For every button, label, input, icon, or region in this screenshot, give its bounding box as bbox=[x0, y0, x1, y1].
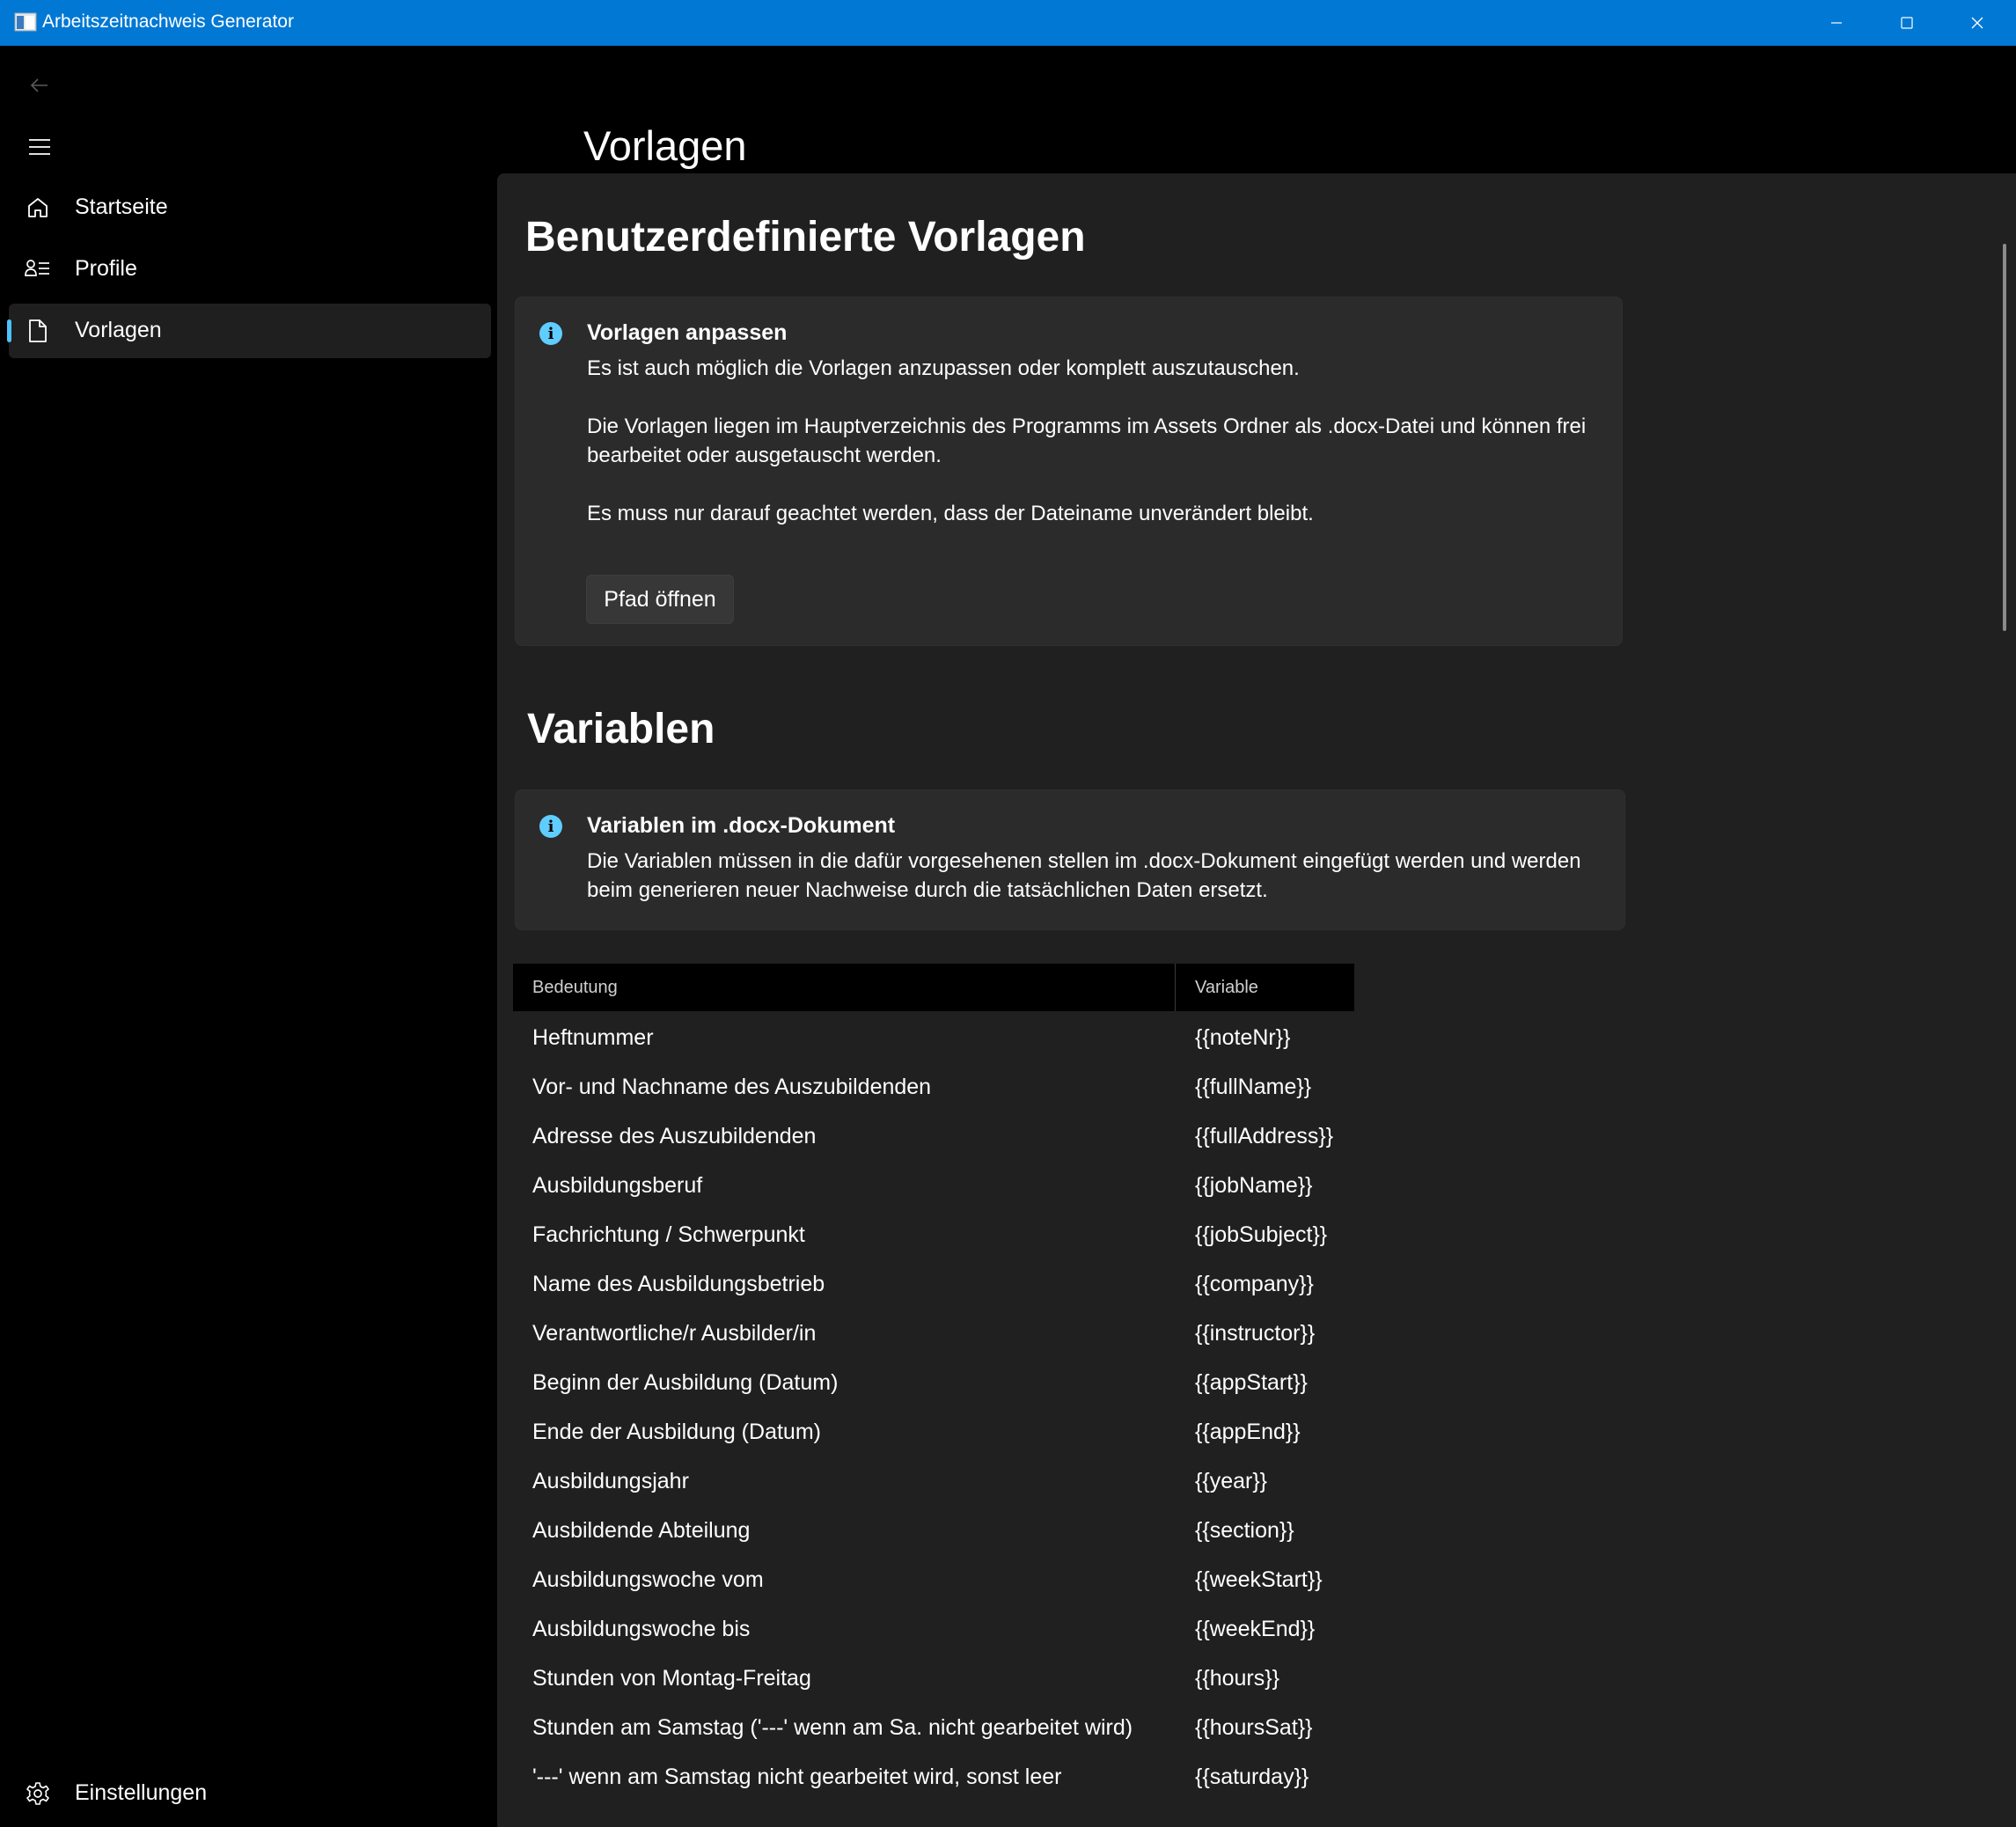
settings-label: Einstellungen bbox=[75, 1780, 208, 1805]
table-row[interactable]: Stunden von Montag-Freitag {{hours}} bbox=[513, 1655, 1354, 1705]
cell-bedeutung: Fachrichtung / Schwerpunkt bbox=[532, 1222, 805, 1247]
cell-variable: {{hoursSat}} bbox=[1195, 1715, 1313, 1740]
document-icon bbox=[24, 317, 52, 345]
cell-variable: {{hours}} bbox=[1195, 1666, 1279, 1691]
table-row[interactable]: '---' wenn am Samstag nicht gearbeitet w… bbox=[513, 1754, 1354, 1803]
sidebar: Startseite Profile Vorlagen Einstellunge… bbox=[0, 46, 497, 1827]
gear-icon bbox=[24, 1779, 52, 1808]
selection-indicator bbox=[7, 319, 11, 342]
cell-bedeutung: Stunden am Samstag ('---' wenn am Sa. ni… bbox=[532, 1715, 1133, 1740]
cell-variable: {{jobSubject}} bbox=[1195, 1222, 1328, 1247]
variables-infobar: i Variablen im .docx-Dokument Die Variab… bbox=[515, 789, 1625, 930]
page-title: Vorlagen bbox=[583, 122, 747, 169]
cell-variable: {{weekEnd}} bbox=[1195, 1617, 1316, 1641]
sidebar-item-label: Startseite bbox=[75, 194, 168, 219]
table-row[interactable]: Vor- und Nachname des Auszubildenden {{fu… bbox=[513, 1064, 1354, 1113]
cell-bedeutung: Vor- und Nachname des Auszubildenden bbox=[532, 1075, 932, 1099]
cell-bedeutung: Beginn der Ausbildung (Datum) bbox=[532, 1370, 839, 1395]
table-row[interactable]: Ausbildende Abteilung {{section}} bbox=[513, 1508, 1354, 1557]
cell-variable: {{fullAddress}} bbox=[1195, 1124, 1334, 1148]
cell-bedeutung: Ausbildungsberuf bbox=[532, 1173, 703, 1198]
title-bar: Arbeitszeitnachweis Generator bbox=[0, 0, 2016, 46]
table-row[interactable]: Name des Ausbildungsbetrieb {{company}} bbox=[513, 1261, 1354, 1310]
cell-variable: {{fullName}} bbox=[1195, 1075, 1312, 1099]
cell-variable: {{instructor}} bbox=[1195, 1321, 1316, 1346]
cell-bedeutung: '---' wenn am Samstag nicht gearbeitet w… bbox=[532, 1765, 1062, 1789]
cell-bedeutung: Heftnummer bbox=[532, 1025, 654, 1050]
sidebar-item-label: Profile bbox=[75, 256, 137, 281]
infobar-title: Vorlagen anpassen bbox=[587, 320, 788, 345]
table-row[interactable]: Adresse des Auszubildenden {{fullAddress}… bbox=[513, 1113, 1354, 1163]
table-row[interactable]: Ausbildungswoche bis {{weekEnd}} bbox=[513, 1606, 1354, 1655]
cell-variable: {{appStart}} bbox=[1195, 1370, 1308, 1395]
column-header-variable[interactable]: Variable bbox=[1195, 978, 1258, 998]
window-title: Arbeitszeitnachweis Generator bbox=[42, 11, 294, 32]
menu-toggle-button[interactable] bbox=[23, 130, 56, 164]
cell-variable: {{year}} bbox=[1195, 1469, 1268, 1493]
sidebar-item-einstellungen[interactable]: Einstellungen bbox=[9, 1766, 491, 1821]
back-button[interactable] bbox=[23, 69, 56, 102]
infobar-title: Variablen im .docx-Dokument bbox=[587, 813, 896, 838]
table-body: Heftnummer {{noteNr}} Vor- und Nachname de… bbox=[513, 1015, 1354, 1803]
table-row[interactable]: Beginn der Ausbildung (Datum) {{appStart}… bbox=[513, 1360, 1354, 1409]
column-header-bedeutung[interactable]: Bedeutung bbox=[532, 978, 618, 998]
info-icon: i bbox=[539, 815, 562, 838]
profiles-icon bbox=[24, 255, 52, 283]
cell-bedeutung: Ausbildende Abteilung bbox=[532, 1518, 751, 1543]
sidebar-item-vorlagen[interactable]: Vorlagen bbox=[7, 304, 491, 358]
back-arrow-icon bbox=[30, 78, 48, 92]
cell-bedeutung: Stunden von Montag-Freitag bbox=[532, 1666, 811, 1691]
sidebar-item-startseite[interactable]: Startseite bbox=[9, 180, 491, 235]
close-icon bbox=[1971, 17, 1983, 29]
vertical-scrollbar[interactable] bbox=[2003, 244, 2006, 631]
sidebar-item-profile[interactable]: Profile bbox=[9, 242, 491, 297]
app-icon bbox=[14, 12, 37, 32]
home-icon bbox=[24, 194, 52, 222]
cell-bedeutung: Ende der Ausbildung (Datum) bbox=[532, 1420, 821, 1444]
open-path-button[interactable]: Pfad öffnen bbox=[586, 575, 734, 624]
table-row[interactable]: Ende der Ausbildung (Datum) {{appEnd}} bbox=[513, 1409, 1354, 1458]
minimize-icon bbox=[1831, 22, 1842, 24]
column-separator[interactable] bbox=[1175, 964, 1176, 1011]
cell-variable: {{saturday}} bbox=[1195, 1765, 1309, 1789]
cell-bedeutung: Verantwortliche/r Ausbilder/in bbox=[532, 1321, 817, 1346]
main-content: Vorlagen Benutzerdefinierte Vorlagen i V… bbox=[497, 46, 2016, 1827]
variables-heading: Variablen bbox=[527, 706, 715, 752]
infobar-text-3: Es muss nur darauf geachtet werden, dass… bbox=[587, 502, 1314, 525]
cell-variable: {{company}} bbox=[1195, 1272, 1314, 1296]
table-row[interactable]: Heftnummer {{noteNr}} bbox=[513, 1015, 1354, 1064]
infobar-text-1: Es ist auch möglich die Vorlagen anzupas… bbox=[587, 356, 1300, 380]
cell-bedeutung: Ausbildungswoche bis bbox=[532, 1617, 751, 1641]
close-button[interactable] bbox=[1942, 0, 2012, 46]
table-row[interactable]: Ausbildungswoche vom {{weekStart}} bbox=[513, 1557, 1354, 1606]
table-row[interactable]: Ausbildungsberuf {{jobName}} bbox=[513, 1163, 1354, 1212]
infobar-text-2: Die Vorlagen liegen im Hauptverzeichnis … bbox=[587, 415, 1587, 467]
cell-bedeutung: Name des Ausbildungsbetrieb bbox=[532, 1272, 825, 1296]
templates-infobar: i Vorlagen anpassen Es ist auch möglich … bbox=[515, 297, 1623, 646]
maximize-icon bbox=[1901, 17, 1913, 29]
table-row[interactable]: Fachrichtung / Schwerpunkt {{jobSubject}} bbox=[513, 1212, 1354, 1261]
cell-bedeutung: Adresse des Auszubildenden bbox=[532, 1124, 817, 1148]
cell-variable: {{jobName}} bbox=[1195, 1173, 1313, 1198]
hamburger-icon bbox=[29, 139, 50, 155]
templates-heading: Benutzerdefinierte Vorlagen bbox=[525, 214, 1086, 260]
cell-bedeutung: Ausbildungsjahr bbox=[532, 1469, 689, 1493]
sidebar-item-label: Vorlagen bbox=[75, 318, 162, 342]
info-icon: i bbox=[539, 322, 562, 345]
maximize-button[interactable] bbox=[1872, 0, 1942, 46]
table-header: Bedeutung Variable bbox=[513, 964, 1354, 1011]
cell-variable: {{appEnd}} bbox=[1195, 1420, 1301, 1444]
page-header: Vorlagen bbox=[497, 46, 2016, 173]
scroll-area[interactable]: Benutzerdefinierte Vorlagen i Vorlagen a… bbox=[497, 173, 2016, 1827]
cell-bedeutung: Ausbildungswoche vom bbox=[532, 1567, 764, 1592]
infobar-text: Die Variablen müssen in die dafür vorges… bbox=[587, 849, 1581, 902]
table-row[interactable]: Stunden am Samstag ('---' wenn am Sa. ni… bbox=[513, 1705, 1354, 1754]
cell-variable: {{noteNr}} bbox=[1195, 1025, 1291, 1050]
table-row[interactable]: Verantwortliche/r Ausbilder/in {{instruct… bbox=[513, 1310, 1354, 1360]
minimize-button[interactable] bbox=[1801, 0, 1872, 46]
cell-variable: {{weekStart}} bbox=[1195, 1567, 1323, 1592]
cell-variable: {{section}} bbox=[1195, 1518, 1294, 1543]
table-row[interactable]: Ausbildungsjahr {{year}} bbox=[513, 1458, 1354, 1508]
